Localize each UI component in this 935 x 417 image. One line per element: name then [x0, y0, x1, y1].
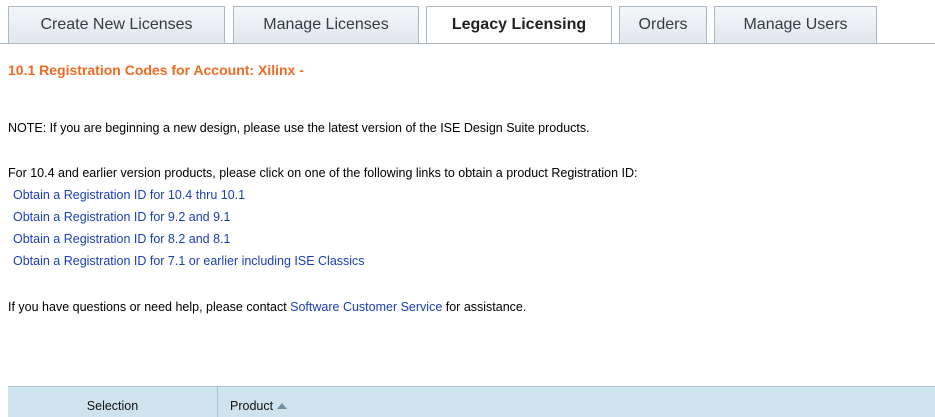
tab-baseline: [0, 43, 935, 44]
list-item: Obtain a Registration ID for 7.1 or earl…: [13, 254, 365, 268]
sort-ascending-icon: [277, 403, 288, 409]
help-suffix: for assistance.: [442, 300, 527, 314]
tab-orders[interactable]: Orders: [619, 6, 707, 43]
tab-manage-licenses[interactable]: Manage Licenses: [233, 6, 419, 43]
list-item: Obtain a Registration ID for 10.4 thru 1…: [13, 188, 245, 202]
column-header-product-label: Product: [230, 399, 274, 413]
legacy-licensing-page: Create New Licenses Manage Licenses Lega…: [0, 0, 935, 417]
registration-link-9-2[interactable]: Obtain a Registration ID for 9.2 and 9.1: [13, 210, 231, 224]
software-customer-service-link[interactable]: Software Customer Service: [290, 300, 442, 314]
list-item: Obtain a Registration ID for 8.2 and 8.1: [13, 232, 231, 246]
tab-legacy-licensing[interactable]: Legacy Licensing: [426, 6, 612, 44]
column-header-selection[interactable]: Selection: [8, 387, 218, 417]
help-prefix: If you have questions or need help, plea…: [8, 300, 291, 314]
tab-bar: Create New Licenses Manage Licenses Lega…: [0, 0, 935, 44]
registration-link-10-4[interactable]: Obtain a Registration ID for 10.4 thru 1…: [13, 188, 245, 202]
registration-link-8-2[interactable]: Obtain a Registration ID for 8.2 and 8.1: [13, 232, 231, 246]
help-text: If you have questions or need help, plea…: [8, 300, 526, 314]
intro-text: For 10.4 and earlier version products, p…: [8, 166, 638, 180]
note-text: NOTE: If you are beginning a new design,…: [8, 121, 590, 135]
tab-manage-users[interactable]: Manage Users: [714, 6, 877, 43]
list-item: Obtain a Registration ID for 9.2 and 9.1: [13, 210, 231, 224]
column-header-product[interactable]: Product: [230, 387, 288, 417]
page-title: 10.1 Registration Codes for Account: Xil…: [8, 62, 304, 78]
table-header: Selection Product: [8, 386, 935, 417]
tab-create-new-licenses[interactable]: Create New Licenses: [8, 6, 225, 43]
registration-link-7-1[interactable]: Obtain a Registration ID for 7.1 or earl…: [13, 254, 365, 268]
